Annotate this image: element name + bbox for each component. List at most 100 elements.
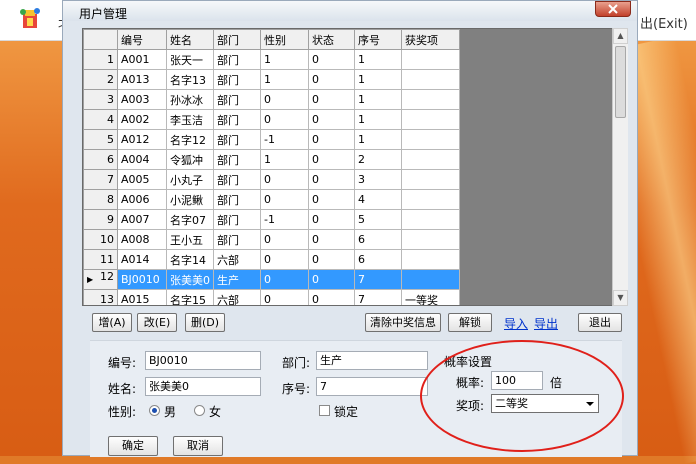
table-cell-award[interactable]: [401, 229, 460, 250]
dialog-titlebar[interactable]: 用户管理: [63, 1, 637, 21]
row-header[interactable]: 6: [83, 149, 118, 170]
table-cell-id[interactable]: A012: [117, 129, 167, 150]
table-cell-name[interactable]: 名字14: [166, 249, 214, 270]
column-header[interactable]: 序号: [354, 29, 402, 50]
table-cell-id[interactable]: A007: [117, 209, 167, 230]
table-cell-name[interactable]: 名字07: [166, 209, 214, 230]
cancel-button[interactable]: 取消: [173, 436, 223, 456]
table-cell-gender[interactable]: 0: [260, 269, 309, 290]
user-grid[interactable]: 编号 姓名 部门 性别 状态 序号 获奖项 1 A001 张天一 部门 1 0 1 2 A013…: [82, 28, 628, 306]
table-cell-award[interactable]: [401, 169, 460, 190]
table-row[interactable]: 10 A008 王小五 部门 0 0 6: [83, 229, 460, 250]
table-cell-award[interactable]: [401, 109, 460, 130]
table-cell-dept[interactable]: 部门: [213, 69, 261, 90]
table-cell-award[interactable]: [401, 189, 460, 210]
table-cell-award[interactable]: [401, 209, 460, 230]
table-cell-gender[interactable]: -1: [260, 129, 309, 150]
table-cell-status[interactable]: 0: [308, 209, 355, 230]
table-cell-id[interactable]: A001: [117, 49, 167, 70]
row-header[interactable]: 8: [83, 189, 118, 210]
table-cell-gender[interactable]: 0: [260, 89, 309, 110]
table-cell-id[interactable]: A013: [117, 69, 167, 90]
table-cell-award[interactable]: [401, 249, 460, 270]
row-header[interactable]: 5: [83, 129, 118, 150]
edit-button[interactable]: 改(E): [137, 313, 177, 332]
table-row[interactable]: 3 A003 孙冰冰 部门 0 0 1: [83, 89, 460, 110]
table-cell-id[interactable]: A008: [117, 229, 167, 250]
table-cell-gender[interactable]: -1: [260, 209, 309, 230]
table-cell-gender[interactable]: 1: [260, 149, 309, 170]
table-cell-id[interactable]: A002: [117, 109, 167, 130]
add-button[interactable]: 增(A): [92, 313, 132, 332]
seq-field[interactable]: 7: [316, 377, 428, 396]
table-cell-award[interactable]: [401, 69, 460, 90]
table-cell-id[interactable]: BJ0010: [117, 269, 167, 290]
table-cell-id[interactable]: A004: [117, 149, 167, 170]
table-row[interactable]: 5 A012 名字12 部门 -1 0 1: [83, 129, 460, 150]
table-cell-seq[interactable]: 2: [354, 149, 402, 170]
clear-award-button[interactable]: 清除中奖信息: [365, 313, 441, 332]
table-cell-dept[interactable]: 六部: [213, 289, 261, 305]
table-cell-name[interactable]: 名字13: [166, 69, 214, 90]
row-header[interactable]: 7: [83, 169, 118, 190]
table-cell-dept[interactable]: 部门: [213, 89, 261, 110]
row-header[interactable]: 4: [83, 109, 118, 130]
table-cell-gender[interactable]: 0: [260, 189, 309, 210]
table-cell-status[interactable]: 0: [308, 229, 355, 250]
table-cell-status[interactable]: 0: [308, 189, 355, 210]
table-cell-dept[interactable]: 部门: [213, 209, 261, 230]
unlock-button[interactable]: 解锁: [448, 313, 492, 332]
delete-button[interactable]: 删(D): [185, 313, 225, 332]
table-cell-seq[interactable]: 1: [354, 49, 402, 70]
table-cell-seq[interactable]: 4: [354, 189, 402, 210]
import-link[interactable]: 导入: [504, 315, 528, 332]
table-cell-seq[interactable]: 1: [354, 89, 402, 110]
table-cell-dept[interactable]: 部门: [213, 129, 261, 150]
table-row[interactable]: 7 A005 小丸子 部门 0 0 3: [83, 169, 460, 190]
table-row[interactable]: 11 A014 名字14 六部 0 0 6: [83, 249, 460, 270]
exit-button[interactable]: 退出: [578, 313, 622, 332]
name-field[interactable]: 张美美0: [145, 377, 261, 396]
app-exit-label[interactable]: 出(Exit): [640, 13, 688, 32]
table-cell-gender[interactable]: 1: [260, 49, 309, 70]
table-cell-gender[interactable]: 0: [260, 289, 309, 305]
dialog-close-button[interactable]: [595, 1, 631, 17]
table-cell-gender[interactable]: 0: [260, 109, 309, 130]
table-cell-id[interactable]: A003: [117, 89, 167, 110]
row-header[interactable]: ▶ 12: [83, 269, 118, 290]
table-cell-name[interactable]: 小泥鳅: [166, 189, 214, 210]
table-cell-name[interactable]: 令狐冲: [166, 149, 214, 170]
table-cell-dept[interactable]: 部门: [213, 189, 261, 210]
table-cell-id[interactable]: A015: [117, 289, 167, 305]
table-cell-seq[interactable]: 6: [354, 249, 402, 270]
table-row[interactable]: 8 A006 小泥鳅 部门 0 0 4: [83, 189, 460, 210]
table-cell-gender[interactable]: 1: [260, 69, 309, 90]
column-header[interactable]: 编号: [117, 29, 167, 50]
column-header[interactable]: 性别: [260, 29, 309, 50]
table-cell-name[interactable]: 小丸子: [166, 169, 214, 190]
column-header[interactable]: 姓名: [166, 29, 214, 50]
table-cell-status[interactable]: 0: [308, 69, 355, 90]
id-field[interactable]: BJ0010: [145, 351, 261, 370]
table-cell-name[interactable]: 李玉洁: [166, 109, 214, 130]
grid-vertical-scrollbar[interactable]: ▲ ▼: [612, 28, 628, 306]
dept-field[interactable]: 生产: [316, 351, 428, 370]
table-cell-award[interactable]: 一等奖: [401, 289, 460, 305]
table-cell-award[interactable]: [401, 149, 460, 170]
table-cell-seq[interactable]: 1: [354, 129, 402, 150]
column-header[interactable]: 部门: [213, 29, 261, 50]
table-cell-name[interactable]: 名字15: [166, 289, 214, 305]
table-cell-award[interactable]: [401, 49, 460, 70]
table-cell-id[interactable]: A005: [117, 169, 167, 190]
lock-checkbox[interactable]: [319, 405, 330, 416]
ok-button[interactable]: 确定: [108, 436, 158, 456]
row-header[interactable]: 9: [83, 209, 118, 230]
scroll-down-icon[interactable]: ▼: [613, 290, 628, 306]
table-cell-dept[interactable]: 部门: [213, 109, 261, 130]
table-cell-status[interactable]: 0: [308, 89, 355, 110]
table-cell-award[interactable]: [401, 269, 460, 290]
female-radio[interactable]: [194, 405, 205, 416]
row-header[interactable]: 2: [83, 69, 118, 90]
table-cell-dept[interactable]: 生产: [213, 269, 261, 290]
table-cell-status[interactable]: 0: [308, 249, 355, 270]
